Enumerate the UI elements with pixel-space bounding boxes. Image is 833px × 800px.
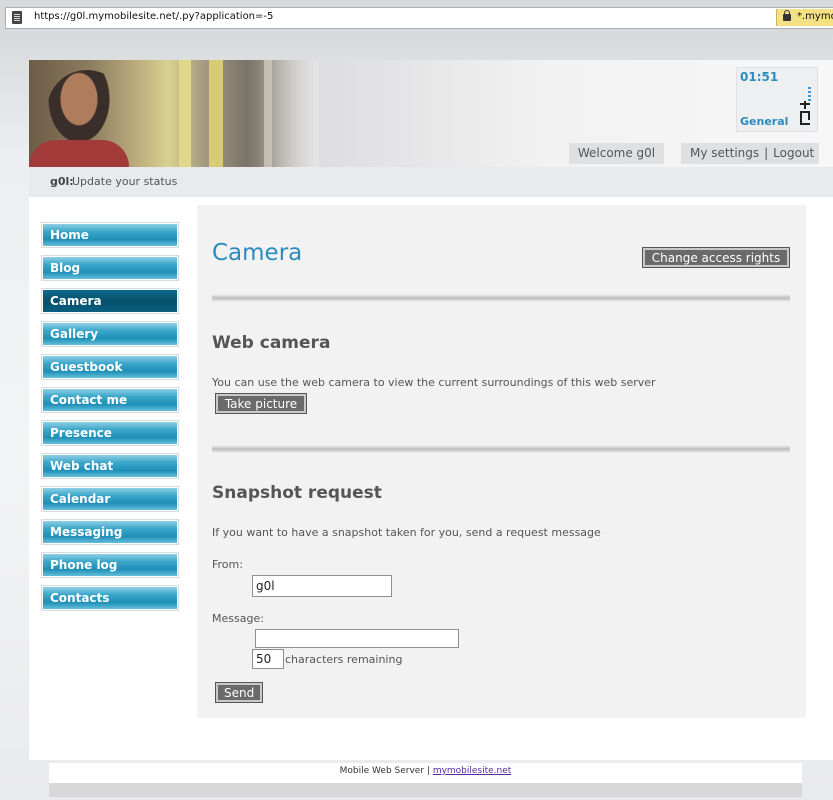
nav-item-guestbook[interactable]: Guestbook — [41, 354, 179, 380]
clock-time: 01:51 — [740, 70, 779, 84]
footer-link[interactable]: mymobilesite.net — [433, 766, 512, 776]
welcome-label: Welcome g0l — [569, 143, 664, 164]
characters-remaining-label: characters remaining — [285, 653, 403, 666]
footer: Mobile Web Server | mymobilesite.net — [49, 763, 802, 783]
my-settings-link[interactable]: My settings — [690, 146, 759, 160]
site-header: 01:51 General Welcome g0l My settings | Lo… — [29, 60, 833, 167]
nav-item-web-chat[interactable]: Web chat — [41, 453, 179, 479]
phone-profile: General — [740, 115, 789, 128]
send-button[interactable]: Send — [215, 682, 263, 703]
status-username: g0l: — [50, 175, 74, 188]
characters-remaining-field — [252, 649, 284, 669]
nav-item-camera[interactable]: Camera — [41, 288, 179, 314]
message-input[interactable] — [255, 629, 459, 648]
lock-icon — [783, 10, 791, 21]
page-title: Camera — [212, 240, 303, 266]
nav-item-phone-log[interactable]: Phone log — [41, 552, 179, 578]
signal-battery-icon — [799, 87, 813, 129]
nav-item-calendar[interactable]: Calendar — [41, 486, 179, 512]
nav-item-contact-me[interactable]: Contact me — [41, 387, 179, 413]
webcam-description: You can use the web camera to view the c… — [212, 376, 656, 389]
take-picture-button[interactable]: Take picture — [215, 393, 307, 414]
nav-item-home[interactable]: Home — [41, 222, 179, 248]
page-icon — [12, 11, 22, 24]
from-input[interactable] — [252, 575, 392, 597]
phone-status-box: 01:51 General — [736, 67, 818, 132]
logout-link[interactable]: Logout — [773, 146, 814, 160]
link-separator: | — [764, 146, 769, 160]
nav-item-blog[interactable]: Blog — [41, 255, 179, 281]
footer-bar — [49, 783, 802, 797]
change-access-rights-button[interactable]: Change access rights — [642, 247, 790, 268]
site-container: 01:51 General Welcome g0l My settings | Lo… — [29, 60, 833, 797]
update-status-link[interactable]: Update your status — [72, 175, 177, 188]
user-links: My settings | Logout — [681, 143, 819, 164]
security-domain: *.mymob — [797, 11, 833, 22]
section-divider — [212, 294, 790, 302]
footer-text: Mobile Web Server | — [339, 766, 430, 776]
url-field[interactable]: https://g0l.mymobilesite.net/.py?applica… — [5, 7, 833, 29]
nav-item-messaging[interactable]: Messaging — [41, 519, 179, 545]
section-divider — [212, 445, 790, 453]
nav-item-presence[interactable]: Presence — [41, 420, 179, 446]
security-badge[interactable]: *.mymob — [776, 9, 833, 26]
main-panel: Camera Change access rights Web camera Y… — [197, 205, 806, 718]
webcam-heading: Web camera — [212, 333, 331, 353]
header-photo — [29, 60, 319, 167]
url-text: https://g0l.mymobilesite.net/.py?applica… — [34, 11, 274, 22]
nav-item-gallery[interactable]: Gallery — [41, 321, 179, 347]
browser-address-bar: https://g0l.mymobilesite.net/.py?applica… — [0, 0, 833, 37]
snapshot-heading: Snapshot request — [212, 483, 382, 503]
snapshot-description: If you want to have a snapshot taken for… — [212, 526, 601, 539]
message-label: Message: — [212, 612, 264, 625]
nav-item-contacts[interactable]: Contacts — [41, 585, 179, 611]
from-label: From: — [212, 558, 243, 571]
status-bar: g0l: Update your status — [29, 167, 833, 197]
